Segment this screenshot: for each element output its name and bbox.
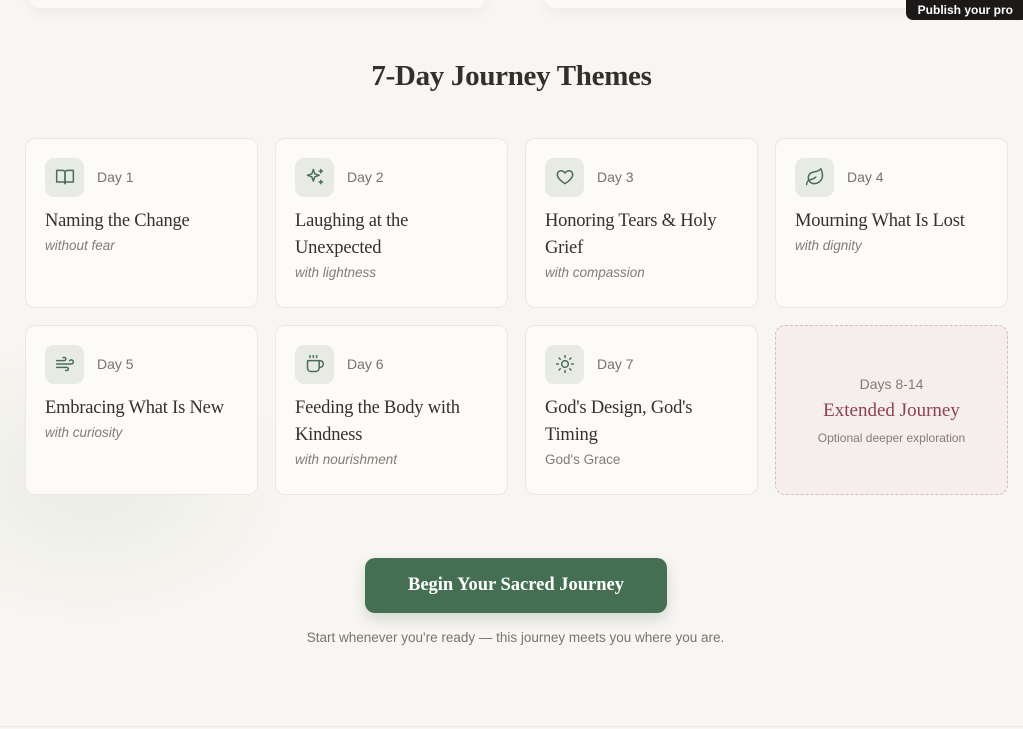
day-label: Day 6 [347, 356, 384, 372]
extended-journey-card[interactable]: Days 8-14 Extended Journey Optional deep… [775, 325, 1008, 495]
day-title: Naming the Change [45, 211, 190, 231]
sparkles-icon [295, 157, 334, 197]
day-subtitle: with curiosity [45, 425, 123, 440]
day-subtitle: God's Grace [545, 452, 621, 467]
day-label: Day 7 [597, 356, 634, 372]
day-card-1[interactable]: Day 1 Naming the Change without fear [25, 138, 258, 308]
day-card-6[interactable]: Day 6 Feeding the Body with Kindness wit… [275, 325, 508, 495]
day-subtitle: with nourishment [295, 452, 398, 467]
day-subtitle: without fear [45, 238, 115, 253]
extended-subtitle: Optional deeper exploration [817, 430, 966, 445]
cta-note: Start whenever you're ready — this journ… [306, 630, 725, 645]
day-subtitle: with compassion [545, 265, 645, 280]
day-label: Day 2 [347, 169, 384, 185]
top-card-left [30, 0, 485, 8]
top-card-right [545, 0, 965, 8]
day-subtitle: with lightness [295, 265, 377, 280]
day-card-3[interactable]: Day 3 Honoring Tears & Holy Grief with c… [525, 138, 758, 308]
extended-days-label: Days 8-14 [859, 375, 924, 392]
section-title: 7-Day Journey Themes [371, 60, 652, 92]
journey-themes-page: Publish your pro 7-Day Journey Themes Da… [0, 0, 1023, 729]
leaf-icon [795, 157, 834, 197]
day-card-4[interactable]: Day 4 Mourning What Is Lost with dignity [775, 138, 1008, 308]
sun-icon [545, 344, 584, 384]
extended-title: Extended Journey [823, 399, 960, 421]
day-title: Feeding the Body with Kindness [295, 398, 460, 445]
coffee-cup-icon [295, 344, 334, 384]
journey-grid: Day 1 Naming the Change without fear Day… [25, 138, 1008, 495]
day-label: Day 1 [97, 169, 134, 185]
day-title: Embracing What Is New [45, 398, 224, 418]
section-divider [0, 726, 1023, 727]
day-title: Mourning What Is Lost [795, 211, 965, 231]
book-open-icon [45, 157, 84, 197]
wind-icon [45, 344, 84, 384]
day-label: Day 4 [847, 169, 884, 185]
day-title: God's Design, God's Timing [545, 398, 693, 445]
begin-journey-button[interactable]: Begin Your Sacred Journey [365, 558, 667, 613]
day-subtitle: with dignity [795, 238, 862, 253]
day-card-7[interactable]: Day 7 God's Design, God's Timing God's G… [525, 325, 758, 495]
day-card-5[interactable]: Day 5 Embracing What Is New with curiosi… [25, 325, 258, 495]
day-label: Day 5 [97, 356, 134, 372]
day-title: Laughing at the Unexpected [295, 211, 409, 258]
day-card-2[interactable]: Day 2 Laughing at the Unexpected with li… [275, 138, 508, 308]
publish-button[interactable]: Publish your pro [905, 0, 1023, 20]
day-label: Day 3 [597, 169, 634, 185]
heart-icon [545, 157, 584, 197]
day-title: Honoring Tears & Holy Grief [545, 211, 717, 258]
